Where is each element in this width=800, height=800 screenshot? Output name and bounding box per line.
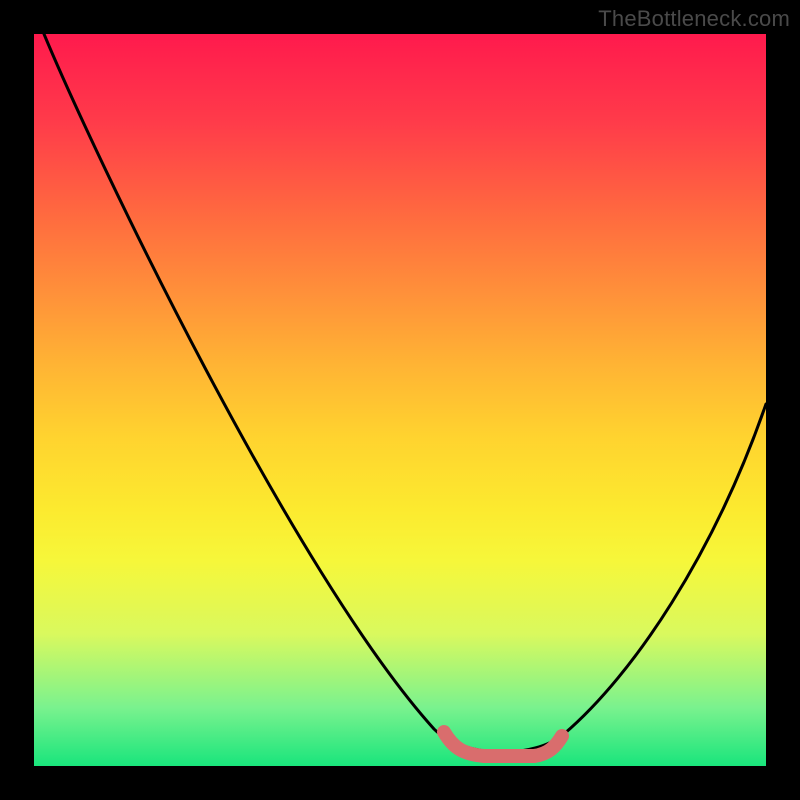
bottleneck-curve [44,34,766,752]
watermark-text: TheBottleneck.com [598,6,790,32]
plot-area [34,34,766,766]
chart-frame: TheBottleneck.com [0,0,800,800]
curve-layer [34,34,766,766]
